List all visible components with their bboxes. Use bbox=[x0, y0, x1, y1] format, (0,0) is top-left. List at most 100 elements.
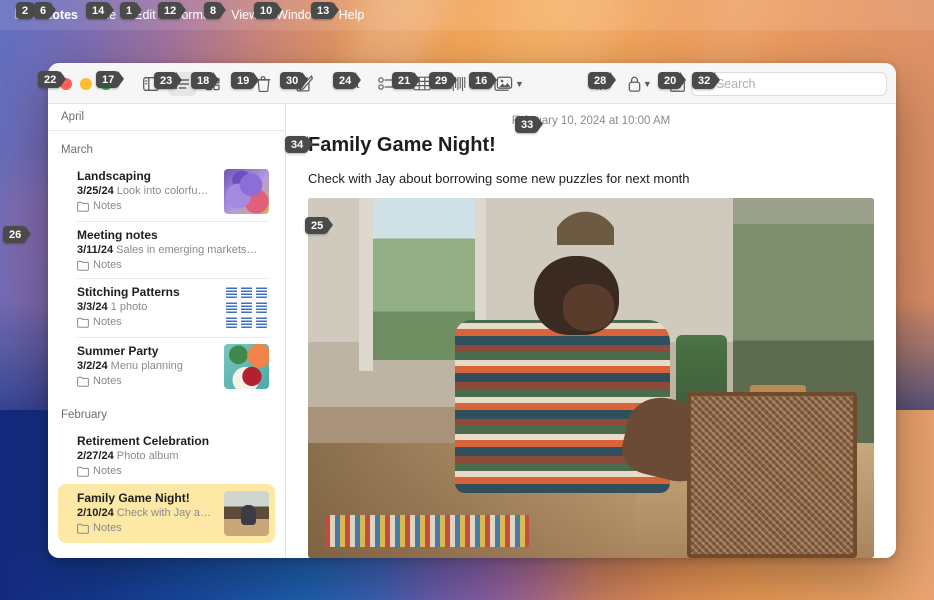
badge-23: 23 bbox=[154, 72, 183, 89]
search-placeholder: Search bbox=[715, 76, 756, 91]
list-item-subtitle: 2/10/24 Check with Jay a… bbox=[77, 507, 216, 519]
list-item-text: Retirement Celebration 2/27/24 Photo albu… bbox=[77, 434, 269, 477]
lock-icon[interactable]: ▼ bbox=[625, 72, 655, 96]
list-item-date: 3/2/24 bbox=[77, 360, 108, 372]
list-item[interactable]: Summer Party 3/2/24 Menu planning Notes bbox=[58, 337, 275, 396]
list-item-preview: Look into colorfu… bbox=[116, 185, 209, 197]
list-item-title: Summer Party bbox=[77, 344, 159, 358]
list-item-date: 3/3/24 bbox=[77, 301, 108, 313]
list-item-subtitle: 3/25/24 Look into colorfu… bbox=[77, 185, 216, 197]
badge-10: 10 bbox=[254, 2, 283, 19]
badge-8: 8 bbox=[204, 2, 227, 19]
chevron-down-icon[interactable]: ▼ bbox=[515, 79, 524, 89]
badge-17: 17 bbox=[96, 71, 125, 88]
list-item-preview: 1 photo bbox=[110, 301, 148, 313]
badge-18: 18 bbox=[191, 72, 220, 89]
list-item-subtitle: 3/2/24 Menu planning bbox=[77, 360, 216, 372]
notes-list-scroll[interactable]: March Landscaping 3/25/24 Look into colorf… bbox=[48, 131, 285, 558]
list-item-folder: Notes bbox=[77, 522, 216, 534]
list-item-date: 2/27/24 bbox=[77, 450, 114, 462]
badge-6: 6 bbox=[34, 2, 57, 19]
badge-33: 33 bbox=[515, 116, 544, 133]
list-item[interactable]: Landscaping 3/25/24 Look into colorfu… Not… bbox=[58, 162, 275, 221]
badge-22: 22 bbox=[38, 71, 67, 88]
folder-icon bbox=[77, 466, 89, 477]
photo-boy-face bbox=[562, 284, 614, 332]
pinned-month-header: April bbox=[48, 104, 285, 131]
list-item-date: 2/10/24 bbox=[77, 507, 114, 519]
note-thumbnail bbox=[224, 491, 269, 536]
list-item-folder-label: Notes bbox=[93, 316, 122, 328]
photo-chair bbox=[687, 392, 858, 558]
list-item-title: Family Game Night! bbox=[77, 491, 190, 505]
list-item-folder: Notes bbox=[77, 375, 216, 387]
list-item-text: Landscaping 3/25/24 Look into colorfu… Not… bbox=[77, 169, 216, 212]
list-item-text: Stitching Patterns 3/3/24 1 photo Notes bbox=[77, 285, 216, 328]
badge-2: 2 bbox=[16, 2, 39, 19]
badge-26: 26 bbox=[3, 226, 32, 243]
badge-19: 19 bbox=[231, 72, 260, 89]
list-item-title: Meeting notes bbox=[77, 228, 158, 242]
list-item-title: Landscaping bbox=[77, 169, 152, 183]
note-thumbnail bbox=[224, 285, 269, 330]
list-item-folder-label: Notes bbox=[93, 522, 122, 534]
badge-16: 16 bbox=[469, 72, 498, 89]
list-item-preview: Sales in emerging markets… bbox=[116, 244, 258, 256]
photo-frame-left bbox=[358, 198, 374, 371]
badge-34: 34 bbox=[285, 136, 314, 153]
list-item-preview: Photo album bbox=[116, 450, 179, 462]
list-item-subtitle: 2/27/24 Photo album bbox=[77, 450, 269, 462]
window-body: April March Landscaping 3/25/24 Look into … bbox=[48, 104, 896, 558]
toolbar-right-section: Aa ▼ bbox=[277, 71, 896, 96]
list-item-folder-label: Notes bbox=[93, 375, 122, 387]
badge-24: 24 bbox=[333, 72, 362, 89]
folder-icon bbox=[77, 260, 89, 271]
badge-1: 1 bbox=[120, 2, 143, 19]
list-item-subtitle: 3/3/24 1 photo bbox=[77, 301, 216, 313]
note-timestamp: February 10, 2024 at 10:00 AM bbox=[511, 115, 671, 127]
note-thumbnail bbox=[224, 169, 269, 214]
folder-icon bbox=[77, 201, 89, 212]
badge-32: 32 bbox=[692, 72, 721, 89]
badge-25: 25 bbox=[305, 217, 334, 234]
list-item-preview: Check with Jay a… bbox=[116, 507, 211, 519]
list-item-text: Summer Party 3/2/24 Menu planning Notes bbox=[77, 344, 216, 387]
list-item-folder: Notes bbox=[77, 316, 216, 328]
folder-icon bbox=[77, 317, 89, 328]
note-body-text[interactable]: Check with Jay about borrowing some new … bbox=[286, 157, 896, 198]
list-item-folder-label: Notes bbox=[93, 465, 122, 477]
list-item-date: 3/11/24 bbox=[77, 244, 114, 256]
minimize-button[interactable] bbox=[80, 77, 92, 90]
badge-20: 20 bbox=[658, 72, 687, 89]
list-item-text: Meeting notes 3/11/24 Sales in emerging m… bbox=[77, 228, 269, 271]
list-item[interactable]: Stitching Patterns 3/3/24 1 photo Notes bbox=[58, 278, 275, 337]
note-detail-panel[interactable]: February 10, 2024 at 10:00 AM Family Gam… bbox=[286, 104, 896, 558]
note-title[interactable]: Family Game Night! bbox=[286, 134, 896, 157]
list-item-date: 3/25/24 bbox=[77, 185, 114, 197]
list-item-folder: Notes bbox=[77, 465, 269, 477]
badge-21: 21 bbox=[392, 72, 421, 89]
badge-14: 14 bbox=[86, 2, 115, 19]
list-item-folder-label: Notes bbox=[93, 200, 122, 212]
folder-icon bbox=[77, 523, 89, 534]
list-item-preview: Menu planning bbox=[110, 360, 183, 372]
list-item-subtitle: 3/11/24 Sales in emerging markets… bbox=[77, 244, 269, 256]
note-thumbnail bbox=[224, 344, 269, 389]
list-item[interactable]: Family Game Night! 2/10/24 Check with Jay… bbox=[58, 484, 275, 543]
note-photo-attachment[interactable] bbox=[308, 198, 874, 558]
list-item[interactable]: Meeting notes 3/11/24 Sales in emerging m… bbox=[58, 221, 275, 278]
badge-29: 29 bbox=[429, 72, 458, 89]
list-item-folder: Notes bbox=[77, 200, 216, 212]
notes-window: Aa ▼ bbox=[48, 63, 896, 558]
notes-list-panel[interactable]: April March Landscaping 3/25/24 Look into … bbox=[48, 104, 286, 558]
list-item-folder-label: Notes bbox=[93, 259, 122, 271]
list-item-folder: Notes bbox=[77, 259, 269, 271]
badge-30: 30 bbox=[280, 72, 309, 89]
list-item-title: Stitching Patterns bbox=[77, 285, 180, 299]
chevron-down-icon[interactable]: ▼ bbox=[643, 79, 652, 89]
badge-12: 12 bbox=[158, 2, 187, 19]
photo-puzzle-pieces bbox=[324, 514, 529, 548]
list-item-title: Retirement Celebration bbox=[77, 434, 210, 448]
list-item[interactable]: Retirement Celebration 2/27/24 Photo albu… bbox=[58, 427, 275, 484]
badge-13: 13 bbox=[311, 2, 340, 19]
